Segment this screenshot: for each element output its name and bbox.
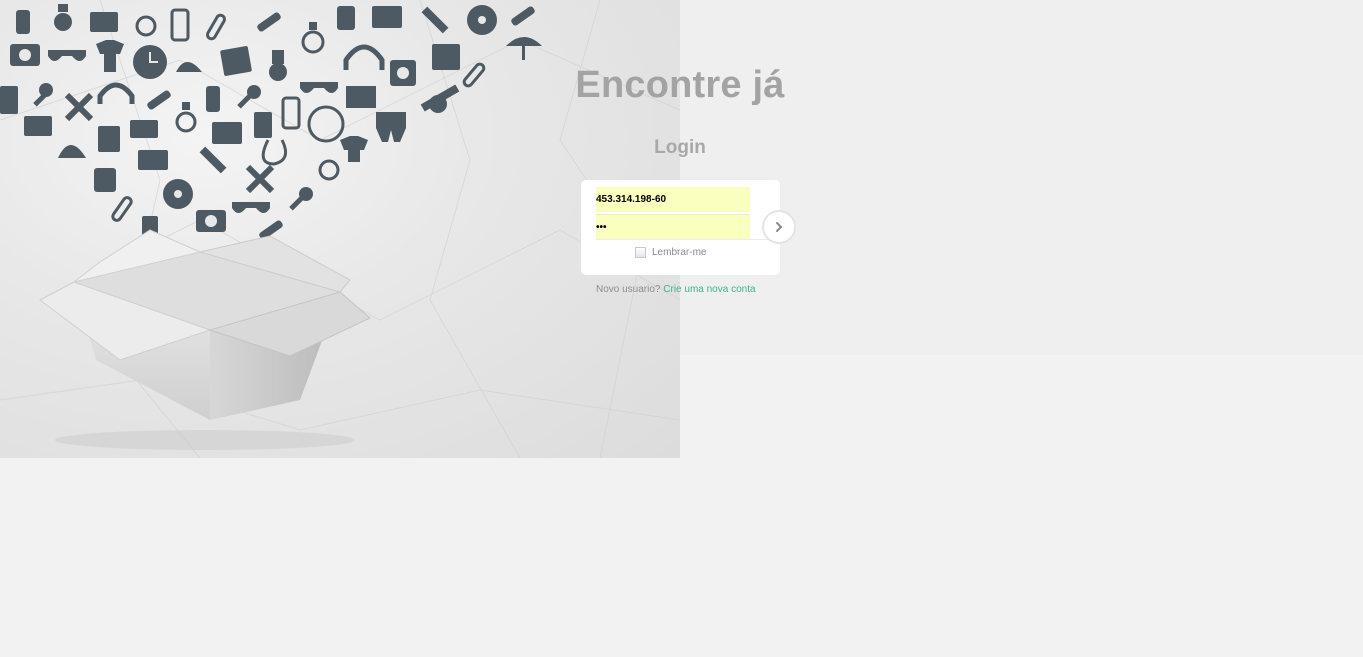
form-divider xyxy=(596,239,780,240)
right-panel-background xyxy=(680,0,1363,355)
username-field[interactable]: 453.314.198-60 xyxy=(596,187,750,212)
create-account-link[interactable]: Crie uma nova conta xyxy=(663,284,755,295)
remember-me-option[interactable]: Lembrar-me xyxy=(635,245,706,259)
signup-prompt-text: Novo usuario? xyxy=(596,284,661,295)
open-box xyxy=(39,229,371,450)
password-field[interactable]: ••• xyxy=(596,214,750,239)
login-heading: Login xyxy=(654,137,706,158)
chevron-right-icon xyxy=(776,222,782,232)
login-submit-button[interactable] xyxy=(762,210,796,244)
login-form: 453.314.198-60 ••• Lembrar-me xyxy=(581,180,780,275)
page-title: Encontre já xyxy=(575,64,785,106)
remember-me-checkbox[interactable] xyxy=(635,246,646,258)
signup-prompt: Novo usuario? Crie uma nova conta xyxy=(596,284,756,295)
login-page: Encontre já Login 453.314.198-60 ••• Lem… xyxy=(0,0,1363,657)
remember-me-label: Lembrar-me xyxy=(652,246,707,258)
